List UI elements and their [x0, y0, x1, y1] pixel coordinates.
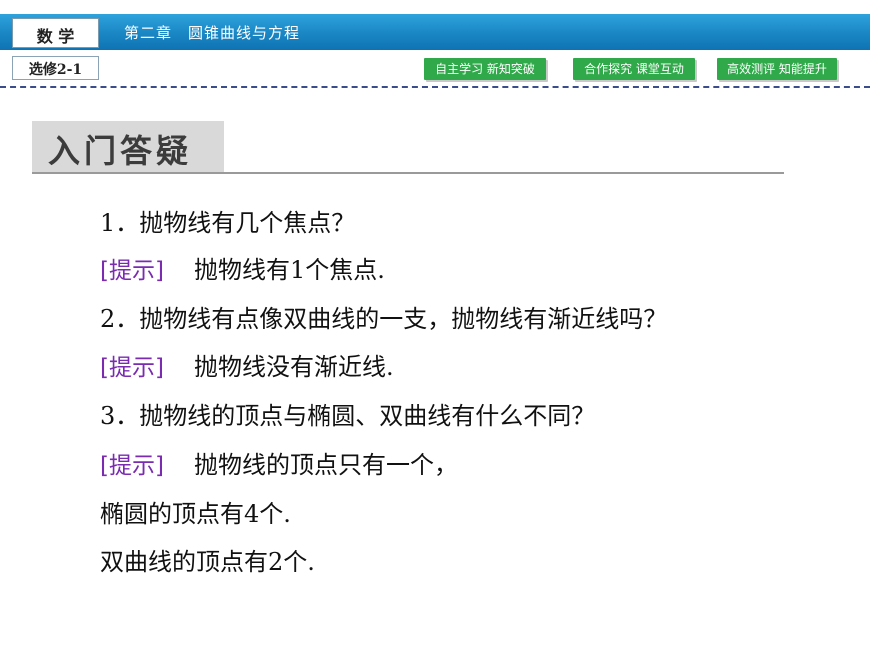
answer-1-row: [提示] 抛物线有1个焦点.	[100, 250, 385, 285]
answer-3-row: [提示] 抛物线的顶点只有一个，	[100, 445, 458, 480]
chapter-title: 第二章 圆锥曲线与方程	[124, 24, 301, 42]
nav-button-assessment[interactable]: 高效测评 知能提升	[717, 58, 837, 80]
hint-tag: [提示]	[100, 355, 164, 381]
hint-tag: [提示]	[100, 258, 164, 284]
answer-2-row: [提示] 抛物线没有渐近线.	[100, 347, 394, 382]
subject-label: 数 学	[36, 27, 75, 46]
question-3: 3．抛物线的顶点与椭圆、双曲线有什么不同？	[100, 402, 596, 430]
answer-3-line-3: 双曲线的顶点有2个.	[100, 548, 315, 576]
nav-button-cooperative[interactable]: 合作探究 课堂互动	[573, 58, 695, 80]
section-underline	[32, 172, 784, 174]
answer-1: 抛物线有1个焦点.	[193, 256, 385, 284]
answer-3-line-2: 椭圆的顶点有4个.	[100, 500, 291, 528]
hint-tag: [提示]	[100, 453, 164, 479]
answer-2: 抛物线没有渐近线.	[193, 353, 394, 381]
question-1: 1．抛物线有几个焦点？	[100, 209, 356, 237]
answer-3-line-1: 抛物线的顶点只有一个，	[193, 451, 458, 479]
header-divider	[0, 86, 870, 88]
question-2: 2．抛物线有点像双曲线的一支，抛物线有渐近线吗？	[100, 305, 668, 333]
section-title: 入门答疑	[48, 132, 193, 170]
course-label: 选修2-1	[28, 62, 83, 78]
nav-button-self-study[interactable]: 自主学习 新知突破	[424, 58, 546, 80]
subject-box: 数 学	[12, 18, 99, 48]
course-box: 选修2-1	[12, 56, 99, 80]
